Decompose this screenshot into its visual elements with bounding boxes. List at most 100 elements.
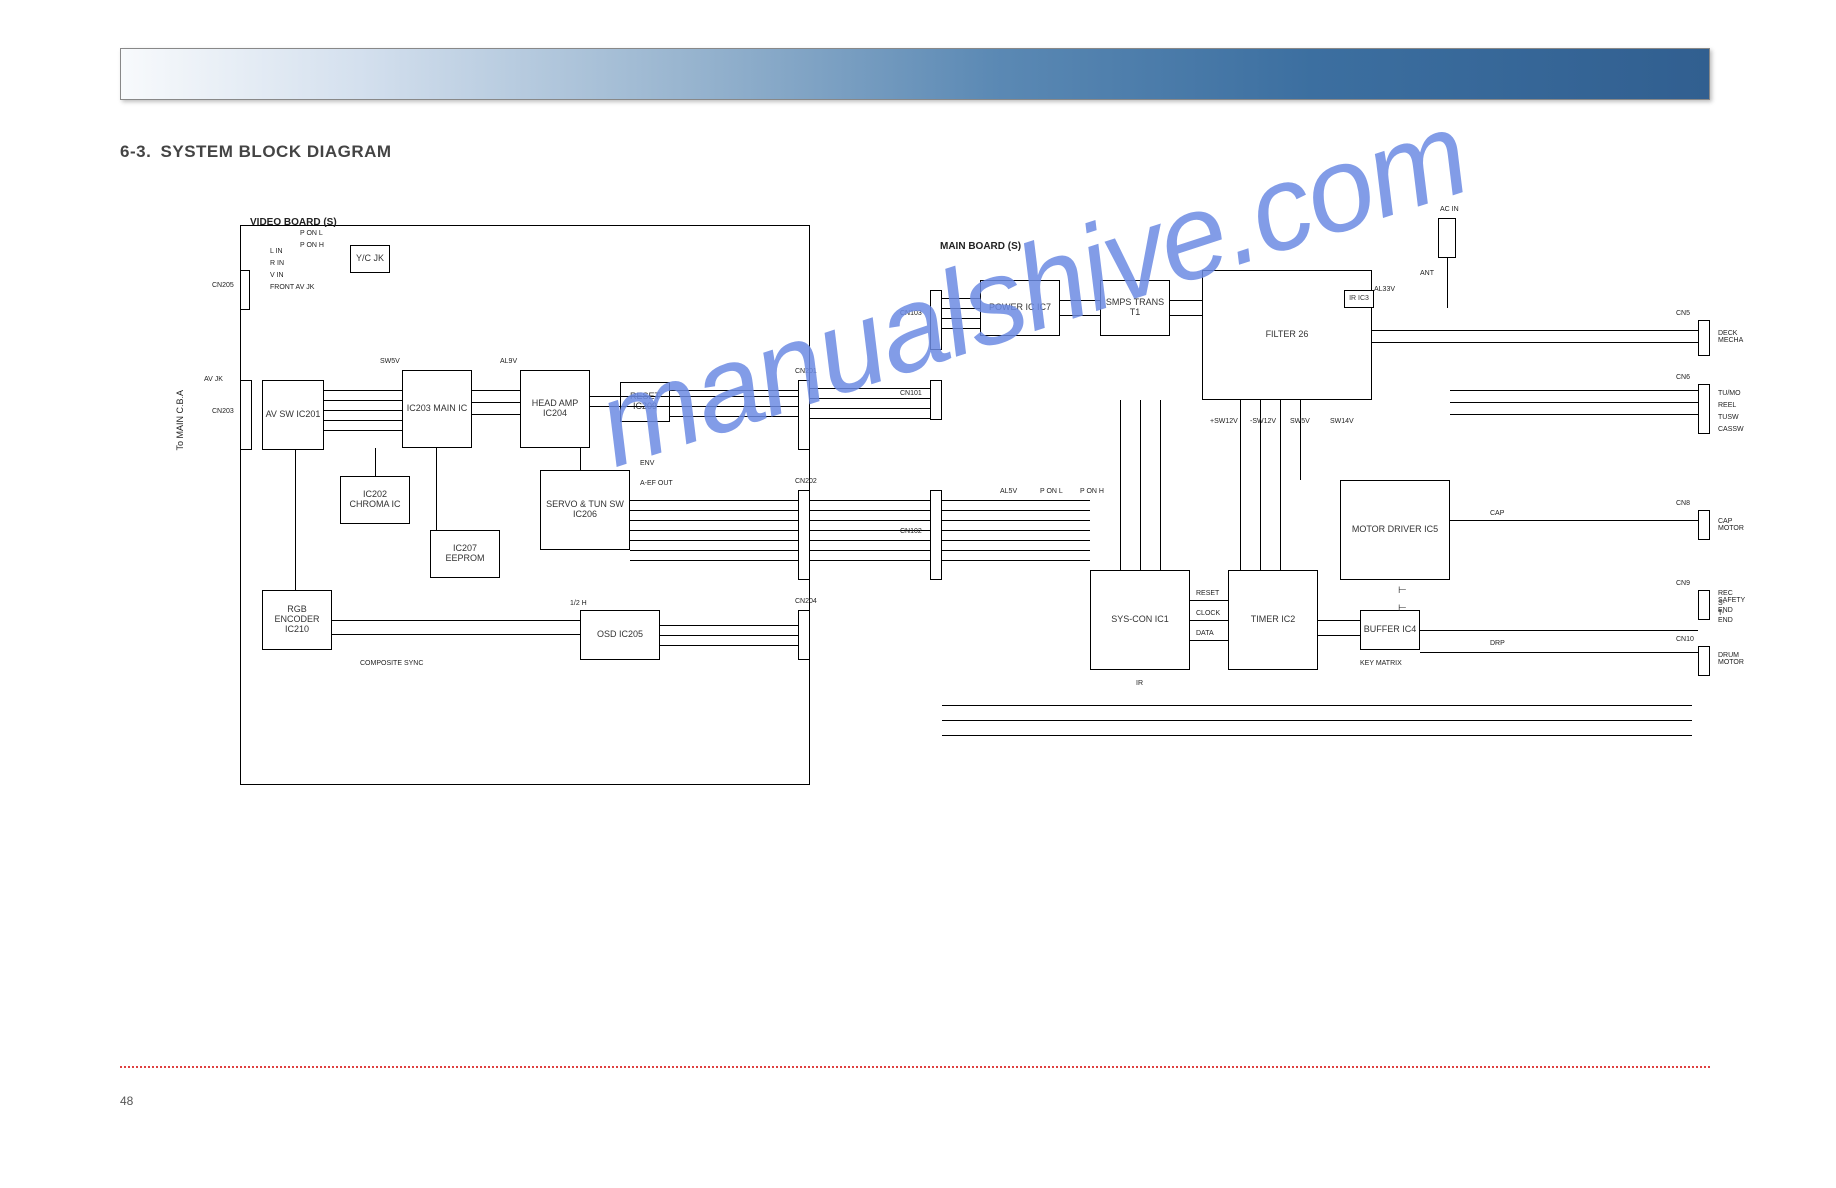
- deck-mecha-label: DECK MECHA: [1718, 330, 1743, 344]
- wire: [630, 500, 798, 501]
- wire: [942, 540, 1090, 541]
- wire: [1300, 400, 1301, 480]
- wire: [942, 530, 1090, 531]
- harness-wire: [810, 388, 930, 389]
- wire: [630, 540, 798, 541]
- block-diagram: VIDEO BOARD (S) To MAIN C.B.A CN205 CN20…: [240, 190, 1730, 830]
- vin-label: V IN: [270, 272, 284, 279]
- eeprom: IC207 EEPROM: [430, 530, 500, 578]
- cn103-label: CN103: [900, 310, 922, 317]
- harness-wire: [810, 418, 930, 419]
- rin-label: R IN: [270, 260, 284, 267]
- wire: [942, 550, 1090, 551]
- wire: [630, 560, 798, 561]
- section-no-text: 6-3.: [120, 142, 151, 161]
- av-jk-label: AV JK: [204, 376, 223, 383]
- cn102-label: CN102: [900, 528, 922, 535]
- main-ic: IC203 MAIN IC: [402, 370, 472, 448]
- wire: [942, 705, 1692, 706]
- wire: [942, 510, 1090, 511]
- cn103: [930, 290, 942, 350]
- footer-divider: [120, 1066, 1710, 1068]
- cn205: [240, 270, 250, 310]
- tumo-label: TU/MO: [1718, 390, 1741, 397]
- wire: [295, 450, 296, 590]
- av-sw: AV SW IC201: [262, 380, 324, 450]
- wire: [630, 530, 798, 531]
- wire: [375, 448, 376, 476]
- harness-wire: [810, 560, 930, 561]
- wire: [1447, 258, 1448, 308]
- header-bar: [120, 48, 1710, 100]
- wire: [472, 402, 520, 403]
- to-main-cba-label: To MAIN C.B.A: [176, 390, 185, 451]
- clock-label: CLOCK: [1196, 610, 1220, 617]
- cap-motor-label: CAP MOTOR: [1718, 518, 1744, 532]
- wire: [324, 390, 402, 391]
- wire: [332, 634, 580, 635]
- wire: [1372, 342, 1698, 343]
- harness-wire: [810, 550, 930, 551]
- wire: [942, 298, 980, 299]
- cn5-label: CN5: [1676, 310, 1690, 317]
- wire: [1170, 300, 1202, 301]
- wire: [1060, 300, 1100, 301]
- wire: [942, 720, 1692, 721]
- osd: OSD IC205: [580, 610, 660, 660]
- wire: [1060, 315, 1100, 316]
- wire: [670, 416, 798, 417]
- cn8: [1698, 510, 1710, 540]
- t-end-label: T-END: [1718, 610, 1733, 624]
- wire: [1372, 330, 1698, 331]
- half-h-label: 1/2 H: [570, 600, 587, 607]
- harness-wire: [810, 520, 930, 521]
- lin-label: L IN: [270, 248, 283, 255]
- ir-label: IR: [1136, 680, 1143, 687]
- wire: [1450, 520, 1698, 521]
- video-board-frame: [240, 225, 810, 785]
- wire: [1450, 402, 1698, 403]
- cn201: [798, 380, 810, 450]
- ir: IR IC3: [1344, 290, 1374, 308]
- wire: [580, 448, 581, 470]
- rgb-encoder: RGB ENCODER IC210: [262, 590, 332, 650]
- wire: [670, 390, 798, 391]
- wire: [324, 430, 402, 431]
- wire: [1450, 414, 1698, 415]
- page-number: 48: [120, 1094, 133, 1108]
- wire: [1420, 652, 1698, 653]
- wire: [1420, 630, 1698, 631]
- motor-driver: MOTOR DRIVER IC5: [1340, 480, 1450, 580]
- main-board-title: MAIN BOARD (S): [940, 242, 1021, 252]
- cn9-label: CN9: [1676, 580, 1690, 587]
- wire: [472, 390, 520, 391]
- sw5v-b: SW5V: [1290, 418, 1310, 425]
- video-board-title: VIDEO BOARD (S): [250, 218, 337, 228]
- cn102: [930, 490, 942, 580]
- wire: [942, 318, 980, 319]
- pon-h-a: P ON H: [300, 242, 324, 249]
- al33v-label: AL33V: [1374, 286, 1395, 293]
- env-label: ENV: [640, 460, 654, 467]
- head-amp: HEAD AMP IC204: [520, 370, 590, 448]
- timer-ic: TIMER IC2: [1228, 570, 1318, 670]
- transistor-icon: ⊢: [1398, 586, 1407, 596]
- ponh-b: P ON H: [1080, 488, 1104, 495]
- chroma: IC202 CHROMA IC: [340, 476, 410, 524]
- wire: [1240, 400, 1241, 570]
- cn6-label: CN6: [1676, 374, 1690, 381]
- wire: [1318, 635, 1360, 636]
- wire: [630, 550, 798, 551]
- smps-trans: SMPS TRANS T1: [1100, 280, 1170, 336]
- cn204-label: CN204: [795, 598, 817, 605]
- wire: [942, 560, 1090, 561]
- wire: [630, 520, 798, 521]
- yc-jk: Y/C JK: [350, 245, 390, 273]
- ac-in-conn: [1438, 218, 1456, 258]
- cn101-label: CN101: [900, 390, 922, 397]
- cn10-label: CN10: [1676, 636, 1694, 643]
- aef-out-label: A-EF OUT: [640, 480, 673, 487]
- cn201-label: CN201: [795, 368, 817, 375]
- wire: [1450, 390, 1698, 391]
- wire: [1190, 620, 1228, 621]
